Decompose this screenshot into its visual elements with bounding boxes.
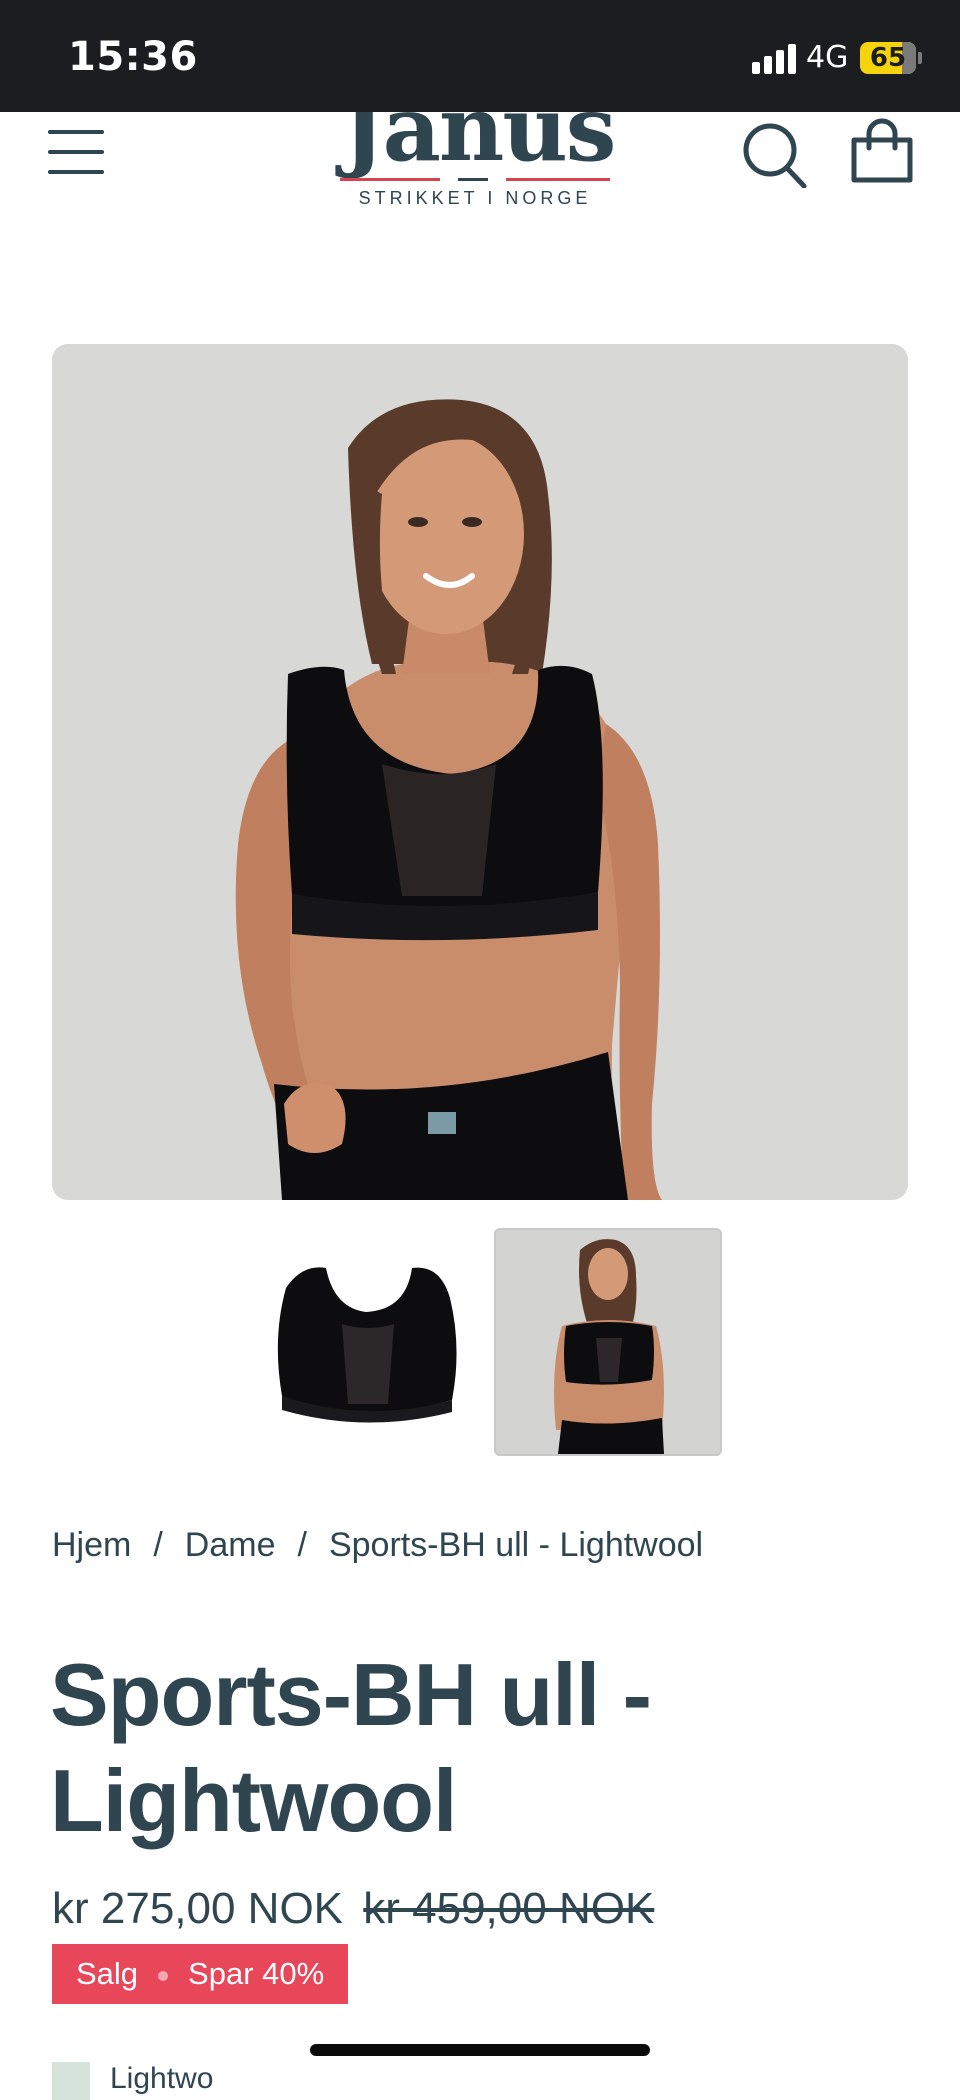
thumbnail-bra-image: [277, 1267, 457, 1423]
variant-label: Lightwo: [110, 2062, 214, 2095]
home-indicator: [310, 2044, 650, 2056]
sale-label: Salg: [76, 1956, 139, 1991]
cart-button[interactable]: [848, 118, 916, 186]
battery-cap: [918, 52, 922, 64]
logo-stripe-blue: [458, 178, 488, 181]
product-main-image[interactable]: [52, 344, 908, 1200]
breadcrumb-separator: /: [297, 1526, 307, 1564]
site-header: Janus STRIKKET I NORGE: [0, 112, 960, 232]
compare-at-price: kr 459,00 NOK: [363, 1884, 655, 1933]
breadcrumb-separator: /: [153, 1526, 163, 1564]
status-bar: 15:36 4G 65: [0, 0, 960, 112]
price-row: kr 275,00 NOK kr 459,00 NOK: [52, 1884, 654, 1934]
breadcrumb-current: Sports-BH ull - Lightwool: [328, 1526, 704, 1564]
breadcrumb: Hjem / Dame / Sports-BH ull - Lightwool: [52, 1526, 703, 1565]
status-time: 15:36: [68, 34, 198, 80]
logo-wordmark: Janus: [342, 112, 616, 182]
product-title: Sports-BH ull - Lightwool: [50, 1645, 652, 1850]
product-photo-model: [52, 344, 908, 1200]
search-icon: [743, 123, 807, 189]
logo-stripe-red: [340, 178, 440, 181]
battery-level: 65: [869, 43, 907, 73]
network-type: 4G: [806, 40, 849, 75]
battery-icon: 65: [860, 42, 916, 74]
hamburger-menu-icon: [48, 150, 104, 154]
sale-price: kr 275,00 NOK: [52, 1884, 344, 1933]
product-thumbnail-active[interactable]: [494, 1228, 722, 1456]
search-button[interactable]: [742, 120, 810, 189]
thumbnail-model-image: [554, 1239, 664, 1454]
hamburger-menu-icon: [48, 170, 104, 174]
sale-badge: Salg Spar 40%: [52, 1944, 349, 2004]
badge-dot: [158, 1970, 169, 1981]
logo-stripe-red: [506, 178, 610, 181]
product-thumbnail[interactable]: [256, 1228, 484, 1456]
site-logo[interactable]: Janus STRIKKET I NORGE: [330, 112, 620, 212]
logo-tagline: STRIKKET I NORGE: [358, 188, 592, 208]
color-swatch[interactable]: [52, 2062, 90, 2100]
breadcrumb-home-link[interactable]: Hjem: [52, 1526, 131, 1564]
discount-label: Spar 40%: [188, 1956, 325, 1991]
hamburger-menu-icon: [48, 130, 104, 134]
signal-strength-icon: [752, 44, 798, 74]
breadcrumb-category-link[interactable]: Dame: [185, 1526, 276, 1564]
shopping-bag-icon: [851, 118, 913, 183]
menu-button[interactable]: [48, 128, 104, 176]
